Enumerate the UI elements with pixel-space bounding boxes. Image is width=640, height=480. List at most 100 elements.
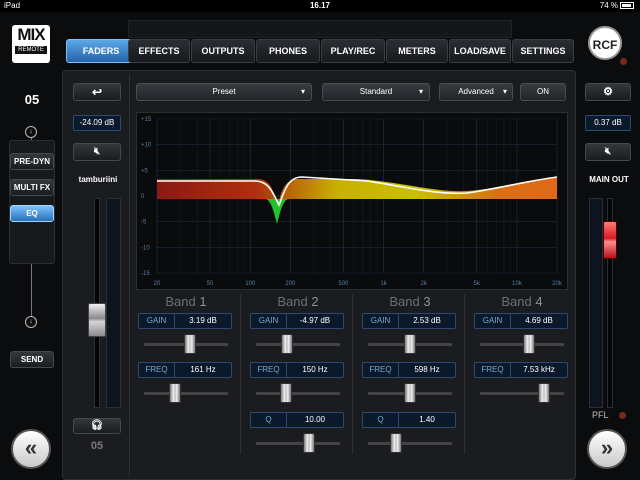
channel-number: 05 xyxy=(24,92,40,107)
q-slider-knob[interactable] xyxy=(390,433,402,453)
band-freq-field[interactable]: FREQ 161 Hz xyxy=(138,362,232,378)
gain-slider-knob[interactable] xyxy=(184,334,196,354)
gain-slider-knob[interactable] xyxy=(404,334,416,354)
preset-dropdown[interactable]: Preset ▾ xyxy=(136,83,312,101)
channel-meter xyxy=(106,198,121,408)
graph-y-tick-label: 0 xyxy=(141,194,145,200)
gain-value: -4.97 dB xyxy=(299,316,331,325)
device-name: iPad xyxy=(4,1,21,10)
tab-load-save[interactable]: LOAD/SAVE xyxy=(449,39,511,63)
graph-x-tick-label: 200 xyxy=(285,281,296,287)
eq-on-button[interactable]: ON xyxy=(520,83,566,101)
tab-settings[interactable]: SETTINGS xyxy=(512,39,574,63)
tab-outputs[interactable]: OUTPUTS xyxy=(191,39,255,63)
gain-value: 4.69 dB xyxy=(525,316,553,325)
band-number: 4 xyxy=(535,294,543,309)
gain-value: 2.53 dB xyxy=(413,316,441,325)
freq-label: FREQ xyxy=(363,363,399,377)
graph-x-tick-label: 100 xyxy=(245,281,256,287)
gain-slider-track[interactable] xyxy=(256,343,340,346)
gain-label: GAIN xyxy=(251,314,287,328)
mode-dropdown[interactable]: Advanced ▾ xyxy=(439,83,513,101)
main-fader-handle[interactable] xyxy=(603,221,617,259)
double-chevron-right-icon[interactable]: » xyxy=(587,429,627,469)
freq-label: FREQ xyxy=(251,363,287,377)
band-q-field[interactable]: Q 1.40 xyxy=(362,412,456,428)
q-slider-track[interactable] xyxy=(256,442,340,445)
logo-subtext: REMOTE xyxy=(15,46,47,54)
band-gain-field[interactable]: GAIN 2.53 dB xyxy=(362,313,456,329)
graph-x-tick-label: 10k xyxy=(512,281,523,287)
brand-logo[interactable]: RCF xyxy=(588,26,622,60)
band-freq-field[interactable]: FREQ 7.53 kHz xyxy=(474,362,568,378)
tab-play-rec[interactable]: PLAY/REC xyxy=(321,39,385,63)
freq-slider-knob[interactable] xyxy=(538,383,550,403)
channel-fader-handle[interactable] xyxy=(88,303,106,337)
freq-slider-track[interactable] xyxy=(144,392,228,395)
band-gain-field[interactable]: GAIN 4.69 dB xyxy=(474,313,568,329)
band-title: Band 4 xyxy=(468,294,576,309)
eq-type-label: Standard xyxy=(359,87,393,96)
double-chevron-left-icon[interactable]: « xyxy=(11,429,51,469)
gain-label: GAIN xyxy=(363,314,399,328)
strip-separator xyxy=(129,74,130,476)
undo-arrow-icon[interactable]: ↩ xyxy=(73,83,121,101)
speaker-mute-icon[interactable]: 🔇︎ xyxy=(585,143,631,161)
top-display xyxy=(128,20,512,38)
eq-type-dropdown[interactable]: Standard ▾ xyxy=(322,83,430,101)
q-slider-track[interactable] xyxy=(368,442,452,445)
band-q-field[interactable]: Q 10.00 xyxy=(250,412,344,428)
battery-icon xyxy=(620,2,634,10)
freq-slider-knob[interactable] xyxy=(169,383,181,403)
freq-slider-track[interactable] xyxy=(480,392,564,395)
gain-label: GAIN xyxy=(139,314,175,328)
band-title: Band 2 xyxy=(244,294,352,309)
freq-label: FREQ xyxy=(475,363,511,377)
headphones-icon[interactable]: 🎧︎ xyxy=(73,418,121,434)
band-title-text: Band xyxy=(389,294,420,309)
multi-fx-button[interactable]: MULTI FX xyxy=(10,179,54,196)
freq-slider-knob[interactable] xyxy=(404,383,416,403)
graph-y-tick-label: -5 xyxy=(141,220,147,226)
gain-slider-knob[interactable] xyxy=(281,334,293,354)
band-number: 2 xyxy=(311,294,319,309)
send-button[interactable]: SEND xyxy=(10,351,54,368)
graph-y-tick-label: -10 xyxy=(141,245,150,251)
gear-icon[interactable]: ⚙ xyxy=(585,83,631,101)
preset-label: Preset xyxy=(212,87,236,96)
pfl-led[interactable] xyxy=(619,412,626,419)
freq-slider-track[interactable] xyxy=(256,392,340,395)
graph-x-tick-label: 50 xyxy=(207,281,214,287)
band-freq-field[interactable]: FREQ 150 Hz xyxy=(250,362,344,378)
gain-slider-track[interactable] xyxy=(480,343,564,346)
freq-slider-knob[interactable] xyxy=(280,383,292,403)
chevron-down-icon: ▾ xyxy=(300,87,305,96)
channel-name: tamburiini xyxy=(78,175,118,184)
tab-phones[interactable]: PHONES xyxy=(256,39,320,63)
channel-gain-value: -24.09 dB xyxy=(73,115,121,131)
graph-x-tick-label: 20 xyxy=(154,281,161,287)
tab-effects[interactable]: EFFECTS xyxy=(128,39,190,63)
mode-label: Advanced xyxy=(458,87,494,96)
tab-meters[interactable]: METERS xyxy=(386,39,448,63)
eq-response-graph[interactable]: +15 +10 +5 0 -5 -10 -15 20 50 100 200 500 1k 2k 5k 10k 2… xyxy=(136,112,568,290)
freq-value: 598 Hz xyxy=(414,365,440,374)
band-freq-field[interactable]: FREQ 598 Hz xyxy=(362,362,456,378)
band-gain-field[interactable]: GAIN -4.97 dB xyxy=(250,313,344,329)
main-gain-value: 0.37 dB xyxy=(585,115,631,131)
graph-y-tick-label: +10 xyxy=(141,143,152,149)
graph-y-tick-label: +15 xyxy=(141,117,152,123)
band-number: 1 xyxy=(199,294,207,309)
graph-y-tick-label: +5 xyxy=(141,168,149,174)
main-out-label: MAIN OUT xyxy=(589,175,629,184)
q-slider-knob[interactable] xyxy=(303,433,315,453)
band-title: Band 1 xyxy=(132,294,240,309)
speaker-mute-icon[interactable]: 🔇︎ xyxy=(73,143,121,161)
pre-dyn-button[interactable]: PRE-DYN xyxy=(10,153,54,170)
graph-x-tick-label: 500 xyxy=(338,281,349,287)
eq-button[interactable]: EQ xyxy=(10,205,54,222)
band-gain-field[interactable]: GAIN 3.19 dB xyxy=(138,313,232,329)
tab-faders[interactable]: FADERS xyxy=(66,39,136,63)
gain-slider-knob[interactable] xyxy=(523,334,535,354)
battery-indicator: 74 % xyxy=(600,1,634,10)
